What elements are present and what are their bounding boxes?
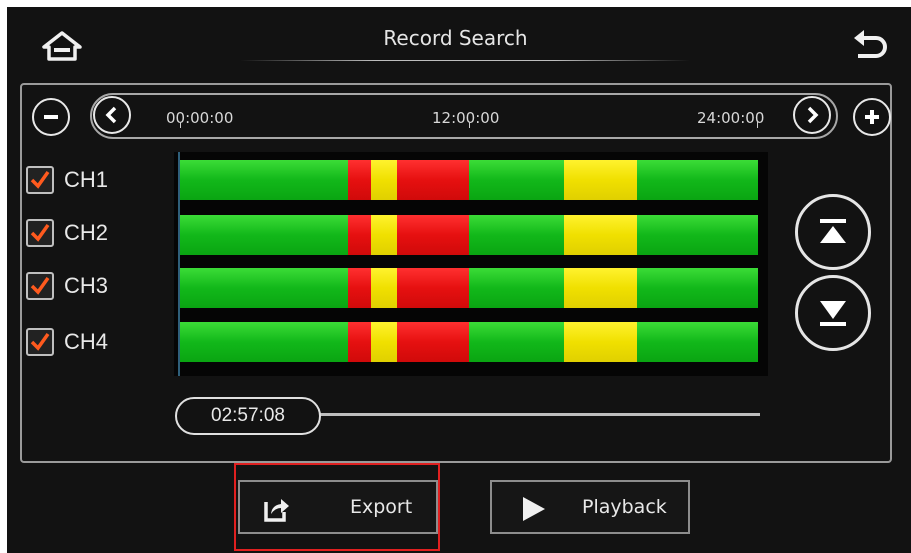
recording-segment-normal[interactable] bbox=[180, 322, 348, 362]
scroll-to-top-button[interactable] bbox=[795, 194, 871, 270]
recording-segment-alarm[interactable] bbox=[396, 322, 469, 362]
recording-segment-event[interactable] bbox=[564, 322, 637, 362]
scroll-down-icon bbox=[820, 301, 846, 326]
recording-segment-normal[interactable] bbox=[468, 215, 565, 255]
checkmark-icon bbox=[30, 170, 50, 189]
timeline-prev-button[interactable] bbox=[93, 96, 131, 134]
recording-segment-event[interactable] bbox=[564, 215, 637, 255]
recording-segment-alarm[interactable] bbox=[347, 322, 371, 362]
tick-mark bbox=[757, 122, 758, 128]
recording-segment-event[interactable] bbox=[370, 160, 397, 200]
timeline-next-button[interactable] bbox=[793, 96, 831, 134]
channel-row-ch1[interactable]: CH1 bbox=[26, 165, 108, 195]
checkmark-icon bbox=[30, 332, 50, 351]
export-label: Export bbox=[350, 496, 413, 518]
current-time-display[interactable]: 02:57:08 bbox=[175, 397, 321, 435]
channel-track-ch3[interactable] bbox=[180, 268, 758, 308]
page-title: Record Search bbox=[383, 26, 528, 50]
recording-segment-event[interactable] bbox=[370, 215, 397, 255]
minus-icon bbox=[44, 115, 58, 119]
scroll-to-top-icon bbox=[820, 219, 846, 243]
checkbox-ch1[interactable] bbox=[26, 166, 54, 194]
tick-mark bbox=[469, 122, 470, 128]
recording-segment-event[interactable] bbox=[370, 268, 397, 308]
tick-mark bbox=[180, 122, 181, 128]
recording-segment-normal[interactable] bbox=[636, 268, 758, 308]
back-arrow-icon[interactable] bbox=[848, 28, 892, 68]
channel-label: CH1 bbox=[64, 167, 109, 192]
scroll-down-button[interactable] bbox=[795, 275, 871, 351]
channel-label: CH3 bbox=[64, 273, 109, 298]
recording-segment-normal[interactable] bbox=[636, 215, 758, 255]
chevron-right-icon bbox=[807, 106, 819, 124]
recording-segment-alarm[interactable] bbox=[347, 160, 371, 200]
zoom-in-button[interactable] bbox=[853, 98, 891, 136]
recording-segment-normal[interactable] bbox=[636, 322, 758, 362]
recording-segment-event[interactable] bbox=[564, 160, 637, 200]
recording-segment-event[interactable] bbox=[564, 268, 637, 308]
channel-label: CH2 bbox=[64, 220, 109, 245]
recording-segment-alarm[interactable] bbox=[347, 215, 371, 255]
channel-track-ch2[interactable] bbox=[180, 215, 758, 255]
tick-label-end: 24:00:00 bbox=[697, 109, 765, 127]
channel-row-ch4[interactable]: CH4 bbox=[26, 327, 108, 357]
recording-segment-normal[interactable] bbox=[180, 160, 348, 200]
recording-segment-normal[interactable] bbox=[468, 322, 565, 362]
chevron-left-icon bbox=[105, 106, 117, 124]
tick-label-mid: 12:00:00 bbox=[432, 109, 500, 127]
channel-row-ch3[interactable]: CH3 bbox=[26, 271, 108, 301]
checkmark-icon bbox=[30, 276, 50, 295]
recording-segment-normal[interactable] bbox=[468, 160, 565, 200]
checkmark-icon bbox=[30, 223, 50, 242]
title-underline bbox=[240, 60, 690, 61]
playback-label: Playback bbox=[582, 496, 667, 518]
plus-icon bbox=[865, 110, 879, 124]
zoom-out-button[interactable] bbox=[32, 98, 70, 136]
recording-segment-normal[interactable] bbox=[180, 215, 348, 255]
recording-segment-normal[interactable] bbox=[180, 268, 348, 308]
recording-segment-alarm[interactable] bbox=[396, 268, 469, 308]
recording-segment-event[interactable] bbox=[370, 322, 397, 362]
channel-track-ch4[interactable] bbox=[180, 322, 758, 362]
recording-segment-alarm[interactable] bbox=[347, 268, 371, 308]
playhead-line bbox=[178, 152, 180, 376]
checkbox-ch2[interactable] bbox=[26, 219, 54, 247]
play-icon bbox=[523, 497, 545, 521]
checkbox-ch3[interactable] bbox=[26, 272, 54, 300]
recording-segment-normal[interactable] bbox=[636, 160, 758, 200]
export-share-icon bbox=[264, 499, 289, 522]
checkbox-ch4[interactable] bbox=[26, 328, 54, 356]
channel-label: CH4 bbox=[64, 329, 109, 354]
channel-row-ch2[interactable]: CH2 bbox=[26, 218, 108, 248]
channel-track-ch1[interactable] bbox=[180, 160, 758, 200]
recording-segment-alarm[interactable] bbox=[396, 215, 469, 255]
tick-label-start: 00:00:00 bbox=[166, 109, 234, 127]
recording-segment-alarm[interactable] bbox=[396, 160, 469, 200]
export-button[interactable]: Export bbox=[238, 480, 438, 534]
recording-segment-normal[interactable] bbox=[468, 268, 565, 308]
playback-button[interactable]: Playback bbox=[490, 480, 690, 534]
time-slider-track[interactable] bbox=[318, 413, 760, 416]
